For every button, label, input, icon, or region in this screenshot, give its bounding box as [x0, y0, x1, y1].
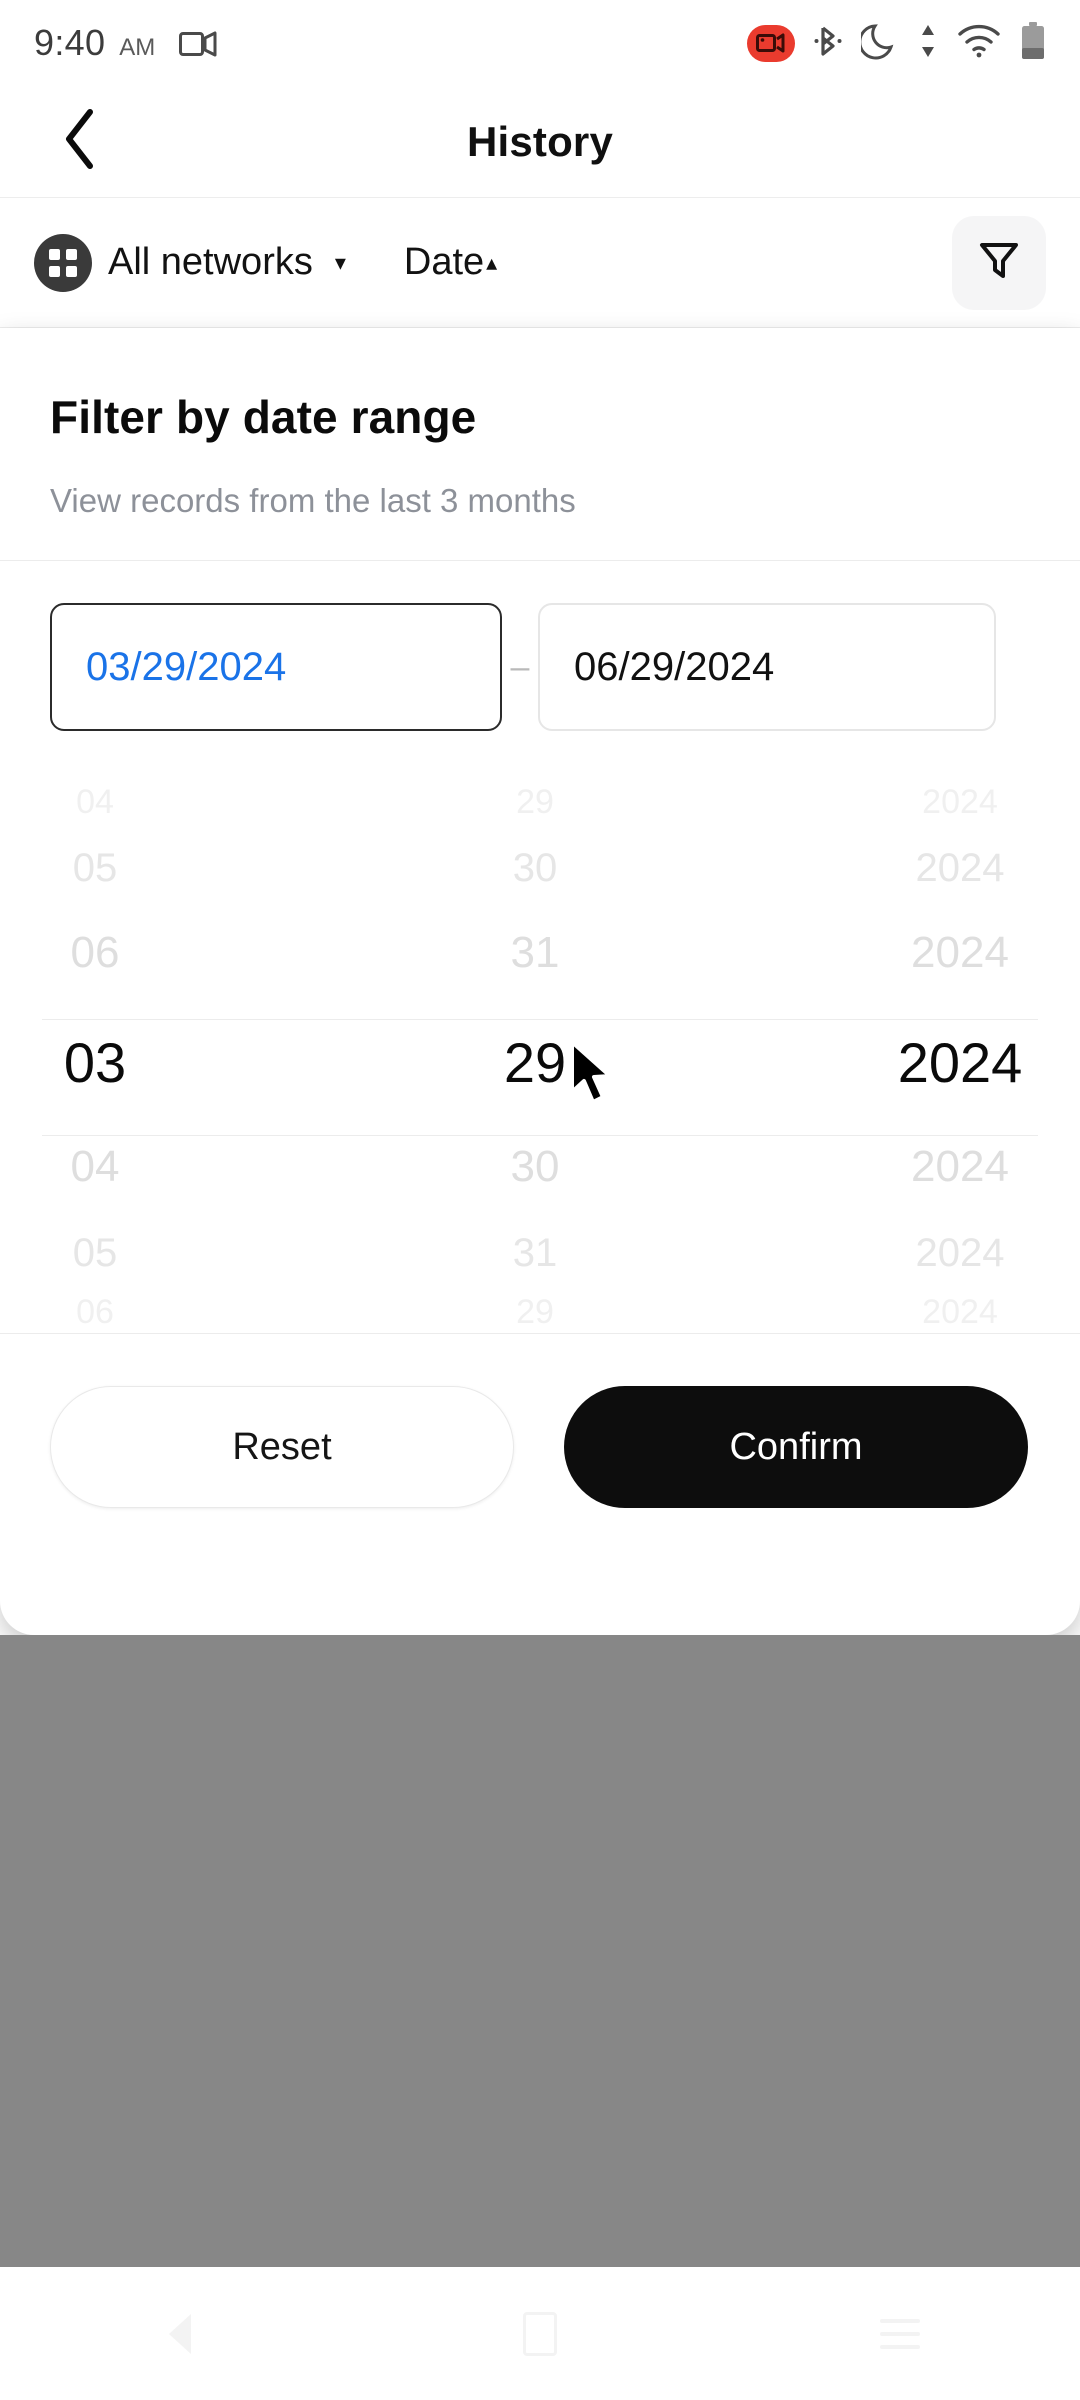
year-wheel[interactable]: 2024 2024 2024 2024 2024 2024 2024 — [720, 743, 1080, 1333]
date-wheel-picker[interactable]: 04 05 06 03 04 05 06 29 30 31 29 30 31 2… — [0, 743, 1080, 1333]
wifi-icon — [957, 24, 1001, 63]
reset-button[interactable]: Reset — [50, 1386, 514, 1508]
month-option[interactable]: 06 — [0, 1295, 360, 1329]
month-option[interactable]: 04 — [0, 785, 360, 819]
month-wheel[interactable]: 04 05 06 03 04 05 06 — [0, 743, 360, 1333]
day-option[interactable]: 30 — [360, 848, 720, 888]
sheet-actions: Reset Confirm — [0, 1334, 1080, 1508]
system-navigation-bar — [0, 2267, 1080, 2400]
nav-recents-icon[interactable] — [840, 2294, 960, 2374]
status-bar-left: 9:40 AM — [34, 22, 219, 64]
status-time: 9:40 — [34, 22, 106, 63]
year-option[interactable]: 2024 — [720, 931, 1080, 975]
end-date-field[interactable]: 06/29/2024 — [538, 603, 996, 731]
app-bar: History — [0, 86, 1080, 198]
day-option[interactable]: 30 — [360, 1145, 720, 1189]
date-range-sheet: Filter by date range View records from t… — [0, 328, 1080, 1635]
start-date-field[interactable]: 03/29/2024 — [50, 603, 502, 731]
status-bar-right — [747, 21, 1046, 66]
screen-record-icon — [747, 24, 795, 62]
year-option-selected[interactable]: 2024 — [720, 1035, 1080, 1091]
day-option[interactable]: 31 — [360, 931, 720, 975]
battery-icon — [1020, 21, 1046, 66]
mouse-cursor — [568, 1040, 622, 1117]
confirm-button[interactable]: Confirm — [564, 1386, 1028, 1508]
do-not-disturb-moon-icon — [858, 21, 899, 66]
month-option[interactable]: 05 — [0, 1233, 360, 1273]
funnel-filter-icon — [975, 236, 1023, 289]
page-title: History — [466, 117, 614, 165]
month-option[interactable]: 05 — [0, 848, 360, 888]
sheet-header: Filter by date range View records from t… — [0, 328, 1080, 520]
filter-toolbar: All networks ▾ Date ▴ — [0, 198, 1080, 328]
day-option-selected[interactable]: 29 — [360, 1035, 720, 1091]
year-option[interactable]: 2024 — [720, 785, 1080, 819]
phone-screen: 9:40 AM History All networks ▾ Date ▴ Fi… — [0, 0, 1080, 2400]
year-option[interactable]: 2024 — [720, 1295, 1080, 1329]
filter-button[interactable] — [952, 215, 1046, 310]
chevron-down-icon: ▾ — [334, 249, 346, 275]
day-wheel[interactable]: 29 30 31 29 30 31 29 — [360, 743, 720, 1333]
status-ampm: AM — [119, 34, 156, 61]
screen-cast-icon — [179, 30, 219, 63]
day-option[interactable]: 29 — [360, 785, 720, 819]
sheet-scrim-overlay[interactable] — [0, 1635, 1080, 2267]
month-option[interactable]: 04 — [0, 1145, 360, 1189]
date-inputs-row: 03/29/2024 – 06/29/2024 — [0, 561, 1080, 731]
network-filter-chip[interactable]: All networks ▾ — [34, 233, 346, 292]
month-option-selected[interactable]: 03 — [0, 1035, 360, 1091]
chevron-up-icon: ▴ — [486, 249, 498, 275]
nav-back-icon[interactable] — [120, 2294, 240, 2374]
grid-apps-icon — [34, 233, 92, 292]
year-option[interactable]: 2024 — [720, 848, 1080, 888]
status-bar: 9:40 AM — [0, 0, 1080, 86]
bluetooth-icon — [814, 22, 842, 65]
date-sort-label: Date — [403, 241, 485, 283]
date-sort-chip[interactable]: Date ▴ — [404, 241, 497, 284]
chevron-left-icon — [61, 108, 101, 175]
data-transfer-icon — [918, 22, 938, 65]
day-option[interactable]: 29 — [360, 1295, 720, 1329]
nav-home-icon[interactable] — [480, 2294, 600, 2374]
range-separator: – — [510, 647, 530, 686]
month-option[interactable]: 06 — [0, 931, 360, 975]
sheet-title: Filter by date range — [50, 391, 477, 443]
day-option[interactable]: 31 — [360, 1233, 720, 1273]
network-filter-label: All networks — [108, 241, 313, 283]
year-option[interactable]: 2024 — [720, 1233, 1080, 1273]
year-option[interactable]: 2024 — [720, 1145, 1080, 1189]
back-button[interactable] — [46, 107, 116, 177]
sheet-subtitle: View records from the last 3 months — [50, 482, 576, 519]
